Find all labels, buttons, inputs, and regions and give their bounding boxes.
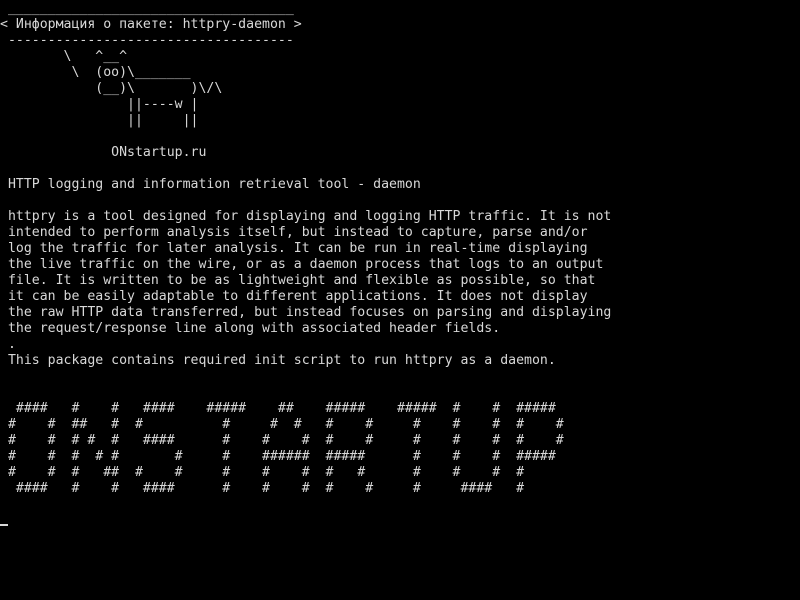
- description-line: intended to perform analysis itself, but…: [0, 225, 588, 240]
- cowsay-top-border: ____________________________________: [0, 1, 294, 16]
- banner-line: # # ## # # # # # # # # # # # #: [0, 417, 564, 432]
- site-label: ONstartup.ru: [0, 145, 207, 160]
- description-line: the raw HTTP data transferred, but inste…: [0, 305, 612, 320]
- cowsay-message: < Информация о пакете: httpry-daemon >: [0, 17, 302, 32]
- cow-art-line: ||----w |: [0, 97, 199, 112]
- description-line: This package contains required init scri…: [0, 353, 556, 368]
- terminal-screen[interactable]: ____________________________________ < И…: [0, 0, 800, 600]
- banner-line: # # # # # #### # # # # # # # # # #: [0, 433, 564, 448]
- description-line: the live traffic on the wire, or as a da…: [0, 257, 604, 272]
- banner-line: #### # # #### # # # # # # #### #: [0, 481, 525, 496]
- description-line: it can be easily adaptable to different …: [0, 289, 588, 304]
- banner-line: # # # ## # # # # # # # # # # #: [0, 465, 525, 480]
- description-line: the request/response line along with ass…: [0, 321, 501, 336]
- cow-art-line: \ (oo)\_______: [0, 65, 191, 80]
- cowsay-bottom-border: ------------------------------------: [0, 33, 294, 48]
- description-line: log the traffic for later analysis. It c…: [0, 241, 588, 256]
- package-summary: HTTP logging and information retrieval t…: [0, 177, 421, 192]
- banner-line: # # # # # # # ###### ##### # # # #####: [0, 449, 556, 464]
- cow-art-line: \ ^__^: [0, 49, 128, 64]
- text-cursor: [0, 524, 8, 526]
- banner-line: #### # # #### ##### ## ##### ##### # # #…: [0, 401, 556, 416]
- description-line: .: [0, 337, 16, 352]
- description-line: file. It is written to be as lightweight…: [0, 273, 596, 288]
- cow-art-line: (__)\ )\/\: [0, 81, 223, 96]
- description-line: httpry is a tool designed for displaying…: [0, 209, 612, 224]
- cow-art-line: || ||: [0, 113, 199, 128]
